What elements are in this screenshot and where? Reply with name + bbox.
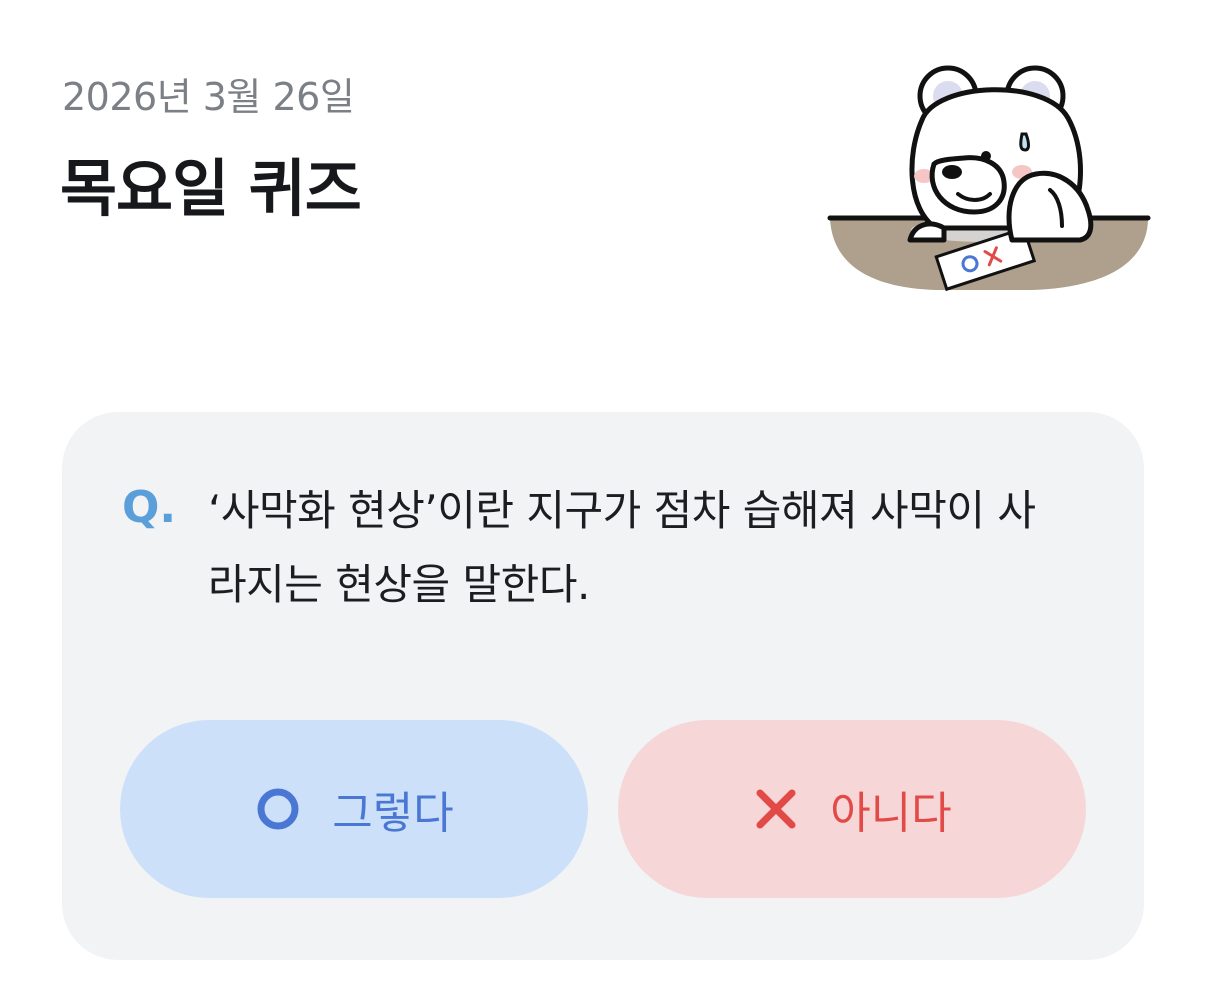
- circle-o-icon: [257, 788, 299, 830]
- polar-bear-mascot-illustration: [827, 65, 1151, 292]
- quiz-card: Q. ‘사막화 현상’이란 지구가 점차 습해져 사막이 사라지는 현상을 말한…: [62, 412, 1144, 960]
- question-text: ‘사막화 현상’이란 지구가 점차 습해져 사막이 사라지는 현상을 말한다.: [208, 486, 1036, 609]
- answer-yes-label: 그렇다: [332, 788, 454, 839]
- answer-no-button[interactable]: 아니다: [618, 720, 1086, 898]
- answer-yes-button[interactable]: 그렇다: [120, 720, 588, 898]
- answer-no-label: 아니다: [830, 788, 952, 839]
- question-label: Q.: [122, 482, 177, 533]
- quiz-date: 2026년 3월 26일: [62, 75, 355, 119]
- page-title: 목요일 퀴즈: [60, 152, 362, 225]
- x-mark-icon: [756, 789, 796, 829]
